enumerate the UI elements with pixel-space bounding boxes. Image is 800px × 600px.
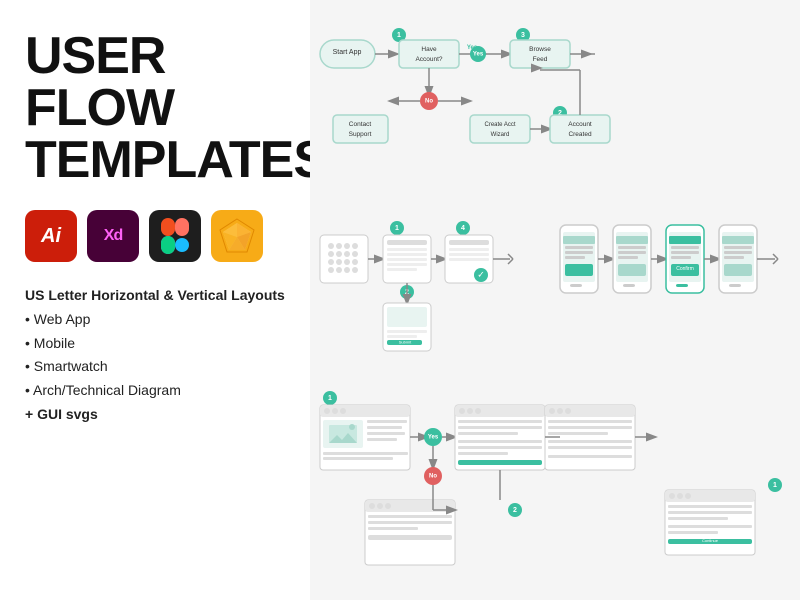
svg-text:Continue: Continue xyxy=(702,538,719,543)
tool-icons-row: Ai Xd xyxy=(25,210,285,262)
bullet-webapp: • Web App xyxy=(25,308,285,332)
plus-gui: + GUI svgs xyxy=(25,403,285,427)
svg-text:Create Acct: Create Acct xyxy=(484,122,515,128)
svg-text:Created: Created xyxy=(568,131,592,138)
bullet-arch: • Arch/Technical Diagram xyxy=(25,379,285,403)
svg-text:Wizard: Wizard xyxy=(491,132,510,138)
bullet-mobile: • Mobile xyxy=(25,332,285,356)
svg-text:1: 1 xyxy=(395,225,399,232)
svg-text:✓: ✓ xyxy=(477,269,485,279)
left-panel: USER FLOW TEMPLATES Ai Xd xyxy=(0,0,310,600)
bullet-smartwatch: • Smartwatch xyxy=(25,355,285,379)
right-panel: Start App 1 Have Account? Yes Yes 3 Brow… xyxy=(310,0,800,600)
sketch-icon xyxy=(211,210,263,262)
illustrator-icon: Ai xyxy=(25,210,77,262)
flow-diagram-mid-right: Confirm xyxy=(555,220,790,385)
svg-text:4: 4 xyxy=(461,225,465,232)
svg-text:3: 3 xyxy=(521,32,525,39)
svg-text:Yes: Yes xyxy=(428,435,439,441)
flow-diagram-top: Start App 1 Have Account? Yes Yes 3 Brow… xyxy=(315,5,795,205)
features-text: US Letter Horizontal & Vertical Layouts … xyxy=(25,284,285,427)
svg-text:Support: Support xyxy=(349,131,372,138)
flow-diagram-mid-left: 1 2 Submit 4 ✓ xyxy=(315,220,550,385)
title-line2: TEMPLATES xyxy=(25,131,327,189)
main-title: USER FLOW TEMPLATES xyxy=(25,30,285,186)
xd-icon: Xd xyxy=(87,210,139,262)
svg-text:Yes: Yes xyxy=(473,52,484,58)
svg-text:Have: Have xyxy=(421,46,437,53)
title-line1: USER FLOW xyxy=(25,27,174,137)
figma-icon xyxy=(149,210,201,262)
flow-diagram-bottom: 1 Yes xyxy=(315,390,795,600)
svg-text:No: No xyxy=(425,99,433,105)
layout-label: US Letter Horizontal & Vertical Layouts xyxy=(25,287,285,303)
svg-text:Contact: Contact xyxy=(349,121,372,128)
svg-text:Start App: Start App xyxy=(333,49,362,56)
svg-text:Confirm: Confirm xyxy=(676,266,694,272)
svg-text:Submit: Submit xyxy=(399,340,412,345)
svg-text:Account?: Account? xyxy=(415,56,442,63)
svg-text:Browse: Browse xyxy=(529,46,551,53)
svg-text:1: 1 xyxy=(773,482,777,489)
svg-text:1: 1 xyxy=(328,395,332,402)
svg-text:2: 2 xyxy=(513,507,517,514)
svg-text:1: 1 xyxy=(397,32,401,39)
svg-text:No: No xyxy=(429,474,437,480)
svg-text:Feed: Feed xyxy=(533,56,548,63)
svg-text:Account: Account xyxy=(568,121,592,128)
